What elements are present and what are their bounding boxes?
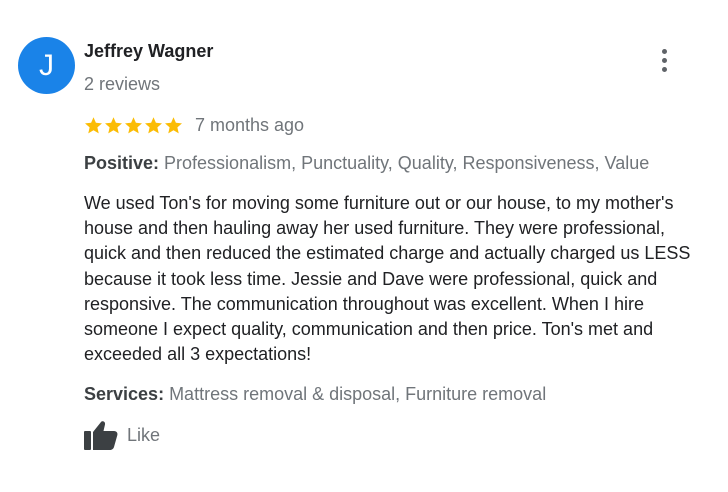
positive-values: Professionalism, Punctuality, Quality, R… [159, 153, 650, 173]
services-values: Mattress removal & disposal, Furniture r… [164, 384, 547, 404]
star-filled-icon [125, 117, 142, 134]
star-filled-icon [85, 117, 102, 134]
like-label: Like [127, 424, 161, 445]
star-filled-icon [145, 117, 162, 134]
rating-row: 7 months ago [84, 115, 304, 136]
services-label: Services: [84, 384, 165, 404]
star-filled-icon [105, 117, 122, 134]
thumbs-up-icon [84, 421, 118, 450]
avatar[interactable]: J [18, 37, 75, 94]
positive-label: Positive: [84, 153, 160, 173]
star-rating [84, 116, 183, 135]
star-filled-icon [165, 117, 182, 134]
review-time: 7 months ago [195, 115, 305, 135]
more-options-button[interactable] [654, 45, 674, 75]
like-button[interactable]: Like [84, 420, 160, 450]
positive-attributes: Positive: Professionalism, Punctuality, … [84, 153, 649, 174]
reviewer-name[interactable]: Jeffrey Wagner [84, 41, 213, 62]
more-vert-icon [661, 48, 667, 54]
review-card: J Jeffrey Wagner 2 reviews 7 months ago … [0, 0, 728, 492]
review-count[interactable]: 2 reviews [84, 74, 160, 95]
services-list: Services: Mattress removal & disposal, F… [84, 384, 546, 405]
review-text: We used Ton's for moving some furniture … [84, 193, 691, 365]
avatar-initial: J [39, 48, 54, 82]
